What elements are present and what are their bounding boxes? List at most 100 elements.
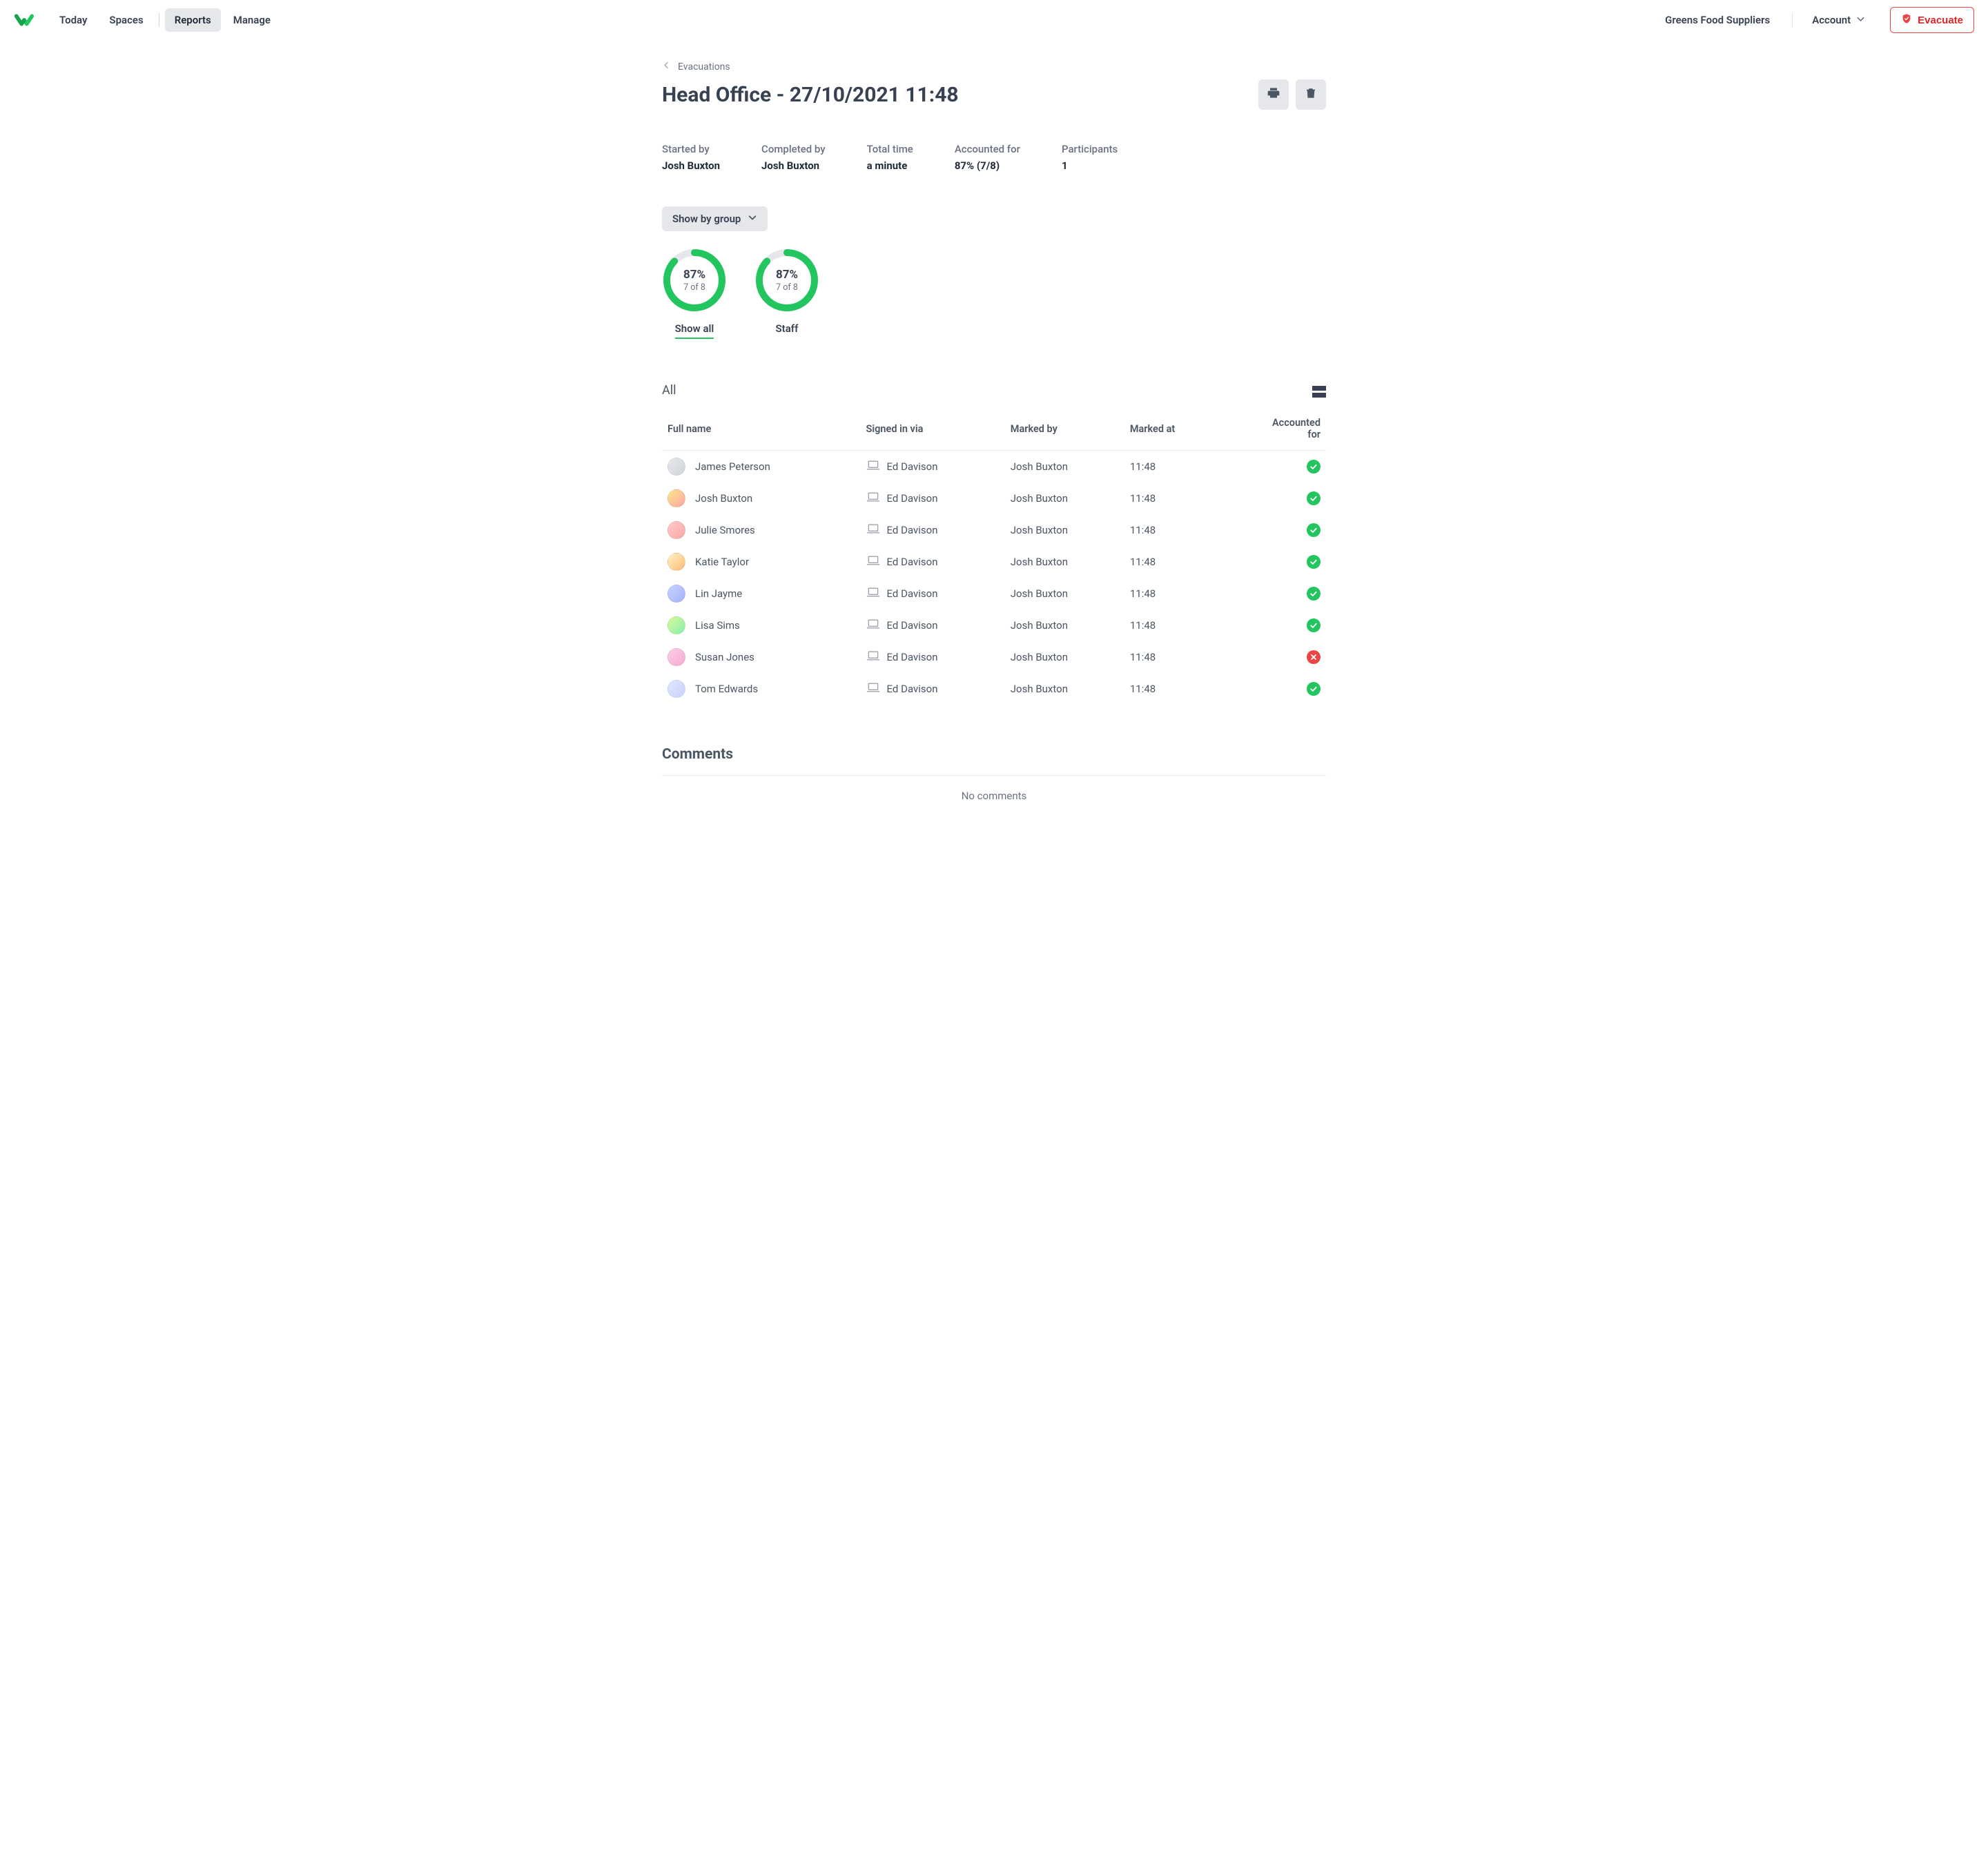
account-label: Account xyxy=(1812,14,1851,26)
signed-in-via: Ed Davison xyxy=(887,492,938,505)
column-header[interactable]: Signed in via xyxy=(861,407,1005,451)
signed-in-via: Ed Davison xyxy=(887,651,938,663)
print-icon xyxy=(1267,86,1280,103)
evacuate-label: Evacuate xyxy=(1918,14,1963,26)
check-circle-icon xyxy=(1307,618,1321,632)
meta-accounted-for: Accounted for 87% (7/8) xyxy=(955,143,1020,172)
marked-at: 11:48 xyxy=(1130,556,1156,568)
meta-value: 1 xyxy=(1062,159,1118,172)
marked-by: Josh Buxton xyxy=(1011,492,1068,505)
column-header[interactable]: Marked by xyxy=(1005,407,1124,451)
nav-link-reports[interactable]: Reports xyxy=(165,8,221,32)
chevron-down-icon xyxy=(1856,14,1865,26)
person-name: Tom Edwards xyxy=(695,683,758,695)
person-name: Julie Smores xyxy=(695,524,755,536)
meta-label: Accounted for xyxy=(955,143,1020,155)
no-comments-text: No comments xyxy=(662,776,1326,802)
table-row[interactable]: Katie Taylor Ed Davison Josh Buxton 11:4… xyxy=(662,546,1326,578)
check-circle-icon xyxy=(1307,682,1321,696)
laptop-icon xyxy=(866,618,880,632)
donut-chart: 87% 7 of 8 xyxy=(662,248,727,313)
person-name: Susan Jones xyxy=(695,651,754,663)
person-name: Lin Jayme xyxy=(695,587,742,600)
table-row[interactable]: Lin Jayme Ed Davison Josh Buxton 11:48 xyxy=(662,578,1326,609)
x-circle-icon xyxy=(1307,650,1321,664)
donut-staff[interactable]: 87% 7 of 8 Staff xyxy=(754,248,819,335)
marked-by: Josh Buxton xyxy=(1011,683,1068,695)
signed-in-via: Ed Davison xyxy=(887,524,938,536)
table-row[interactable]: Susan Jones Ed Davison Josh Buxton 11:48 xyxy=(662,641,1326,673)
table-row[interactable]: Josh Buxton Ed Davison Josh Buxton 11:48 xyxy=(662,482,1326,514)
table-section-label: All xyxy=(662,383,676,398)
marked-by: Josh Buxton xyxy=(1011,619,1068,632)
nav-link-today[interactable]: Today xyxy=(50,8,97,32)
meta-label: Participants xyxy=(1062,143,1118,155)
column-header[interactable]: Marked at xyxy=(1124,407,1222,451)
laptop-icon xyxy=(866,682,880,696)
donut-count: 7 of 8 xyxy=(683,282,705,293)
avatar xyxy=(667,553,685,571)
meta-row: Started by Josh Buxton Completed by Josh… xyxy=(662,143,1326,172)
marked-at: 11:48 xyxy=(1130,460,1156,473)
delete-button[interactable] xyxy=(1296,79,1326,110)
donut-count: 7 of 8 xyxy=(776,282,798,293)
donut-label: Show all xyxy=(675,322,714,339)
view-toggle[interactable] xyxy=(1312,386,1326,398)
check-circle-icon xyxy=(1307,460,1321,474)
donut-label: Staff xyxy=(776,322,799,335)
meta-completed-by: Completed by Josh Buxton xyxy=(761,143,826,172)
table-row[interactable]: Lisa Sims Ed Davison Josh Buxton 11:48 xyxy=(662,609,1326,641)
top-nav: TodaySpaces ReportsManage Greens Food Sup… xyxy=(0,0,1988,40)
donut-show-all[interactable]: 87% 7 of 8 Show all xyxy=(662,248,727,335)
signed-in-via: Ed Davison xyxy=(887,460,938,473)
print-button[interactable] xyxy=(1258,79,1289,110)
marked-at: 11:48 xyxy=(1130,683,1156,695)
breadcrumb[interactable]: Evacuations xyxy=(662,61,1326,72)
table-row[interactable]: James Peterson Ed Davison Josh Buxton 11… xyxy=(662,451,1326,483)
avatar xyxy=(667,585,685,603)
signed-in-via: Ed Davison xyxy=(887,587,938,600)
evacuate-button[interactable]: Evacuate xyxy=(1890,7,1974,33)
column-header[interactable]: Full name xyxy=(662,407,861,451)
meta-total-time: Total time a minute xyxy=(867,143,913,172)
meta-value: a minute xyxy=(867,159,913,172)
marked-at: 11:48 xyxy=(1130,619,1156,632)
laptop-icon xyxy=(866,460,880,474)
check-circle-icon xyxy=(1307,587,1321,601)
breadcrumb-label: Evacuations xyxy=(678,61,730,72)
check-circle-icon xyxy=(1307,555,1321,569)
table-row[interactable]: Tom Edwards Ed Davison Josh Buxton 11:48 xyxy=(662,673,1326,705)
page-title: Head Office - 27/10/2021 11:48 xyxy=(662,83,959,107)
nav-link-manage[interactable]: Manage xyxy=(224,8,280,32)
account-dropdown[interactable]: Account xyxy=(1808,14,1869,26)
nav-links: TodaySpaces ReportsManage xyxy=(50,8,280,32)
nav-link-spaces[interactable]: Spaces xyxy=(99,8,153,32)
meta-value: 87% (7/8) xyxy=(955,159,1020,172)
show-by-group-dropdown[interactable]: Show by group xyxy=(662,206,768,231)
shield-icon xyxy=(1901,13,1912,27)
table-row[interactable]: Julie Smores Ed Davison Josh Buxton 11:4… xyxy=(662,514,1326,546)
org-name[interactable]: Greens Food Suppliers xyxy=(1658,14,1777,26)
marked-at: 11:48 xyxy=(1130,651,1156,663)
person-name: Katie Taylor xyxy=(695,556,749,568)
brand-logo[interactable] xyxy=(14,10,35,30)
meta-label: Total time xyxy=(867,143,913,155)
title-row: Head Office - 27/10/2021 11:48 xyxy=(662,79,1326,110)
meta-value: Josh Buxton xyxy=(662,159,720,172)
marked-at: 11:48 xyxy=(1130,524,1156,536)
comments-heading: Comments xyxy=(662,746,1326,763)
person-name: James Peterson xyxy=(695,460,770,473)
laptop-icon xyxy=(866,523,880,537)
person-name: Lisa Sims xyxy=(695,619,740,632)
marked-by: Josh Buxton xyxy=(1011,587,1068,600)
column-header[interactable]: Accountedfor xyxy=(1222,407,1326,451)
meta-value: Josh Buxton xyxy=(761,159,826,172)
donut-charts-row: 87% 7 of 8 Show all 87% 7 of 8 Staff xyxy=(662,248,1326,335)
marked-at: 11:48 xyxy=(1130,587,1156,600)
filter-label: Show by group xyxy=(672,213,741,225)
laptop-icon xyxy=(866,555,880,569)
laptop-icon xyxy=(866,587,880,601)
chevron-down-icon xyxy=(748,213,757,225)
meta-participants: Participants 1 xyxy=(1062,143,1118,172)
donut-percent: 87% xyxy=(683,268,705,282)
